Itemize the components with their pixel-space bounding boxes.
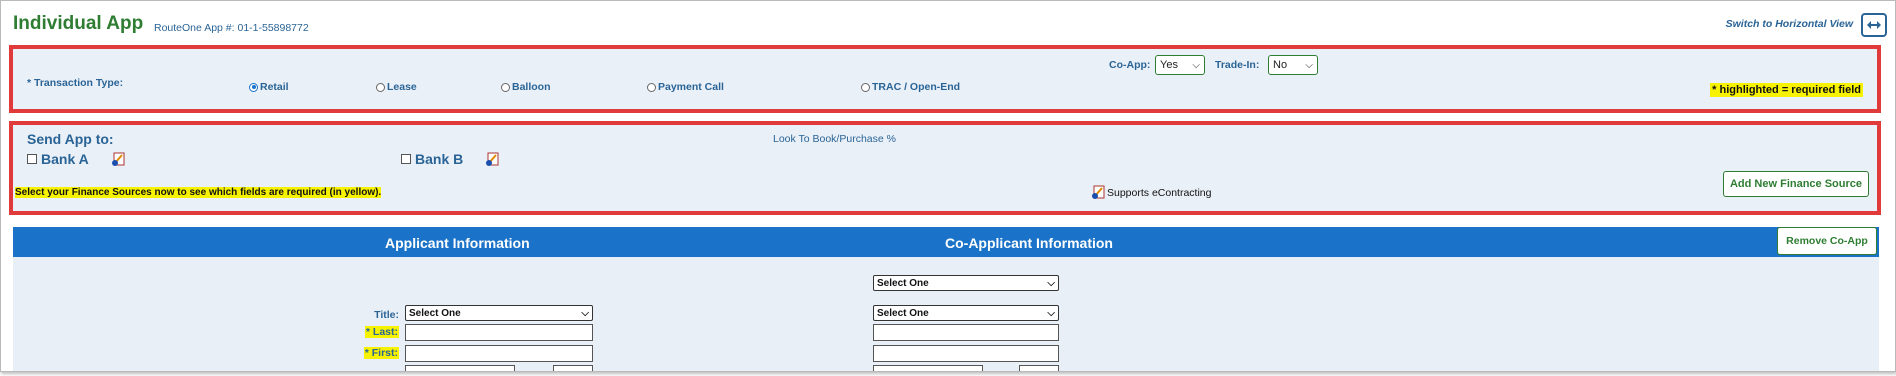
co-app-select[interactable]: Yes ⌵ xyxy=(1155,55,1205,75)
radio-lease[interactable]: Lease xyxy=(376,81,417,93)
transaction-panel: * Transaction Type: Retail Lease Balloon… xyxy=(9,45,1881,113)
app-number: RouteOne App #: 01-1-55898772 xyxy=(154,22,309,34)
title-label: Title: xyxy=(374,309,399,321)
bank-b-option[interactable]: Bank B xyxy=(401,151,499,167)
applicant-first-name-input[interactable] xyxy=(405,345,593,362)
trade-in-label: Trade-In: xyxy=(1215,59,1260,71)
chevron-down-icon: ⌵ xyxy=(581,307,589,319)
chevron-down-icon: ⌵ xyxy=(1192,59,1200,71)
chevron-down-icon: ⌵ xyxy=(1047,307,1055,319)
page-title: Individual App xyxy=(13,13,144,34)
radio-retail[interactable]: Retail xyxy=(249,81,289,93)
arrows-horizontal-icon xyxy=(1867,21,1881,29)
checkbox[interactable] xyxy=(401,154,411,164)
radio-icon xyxy=(501,82,510,92)
co-applicant-last-name-input[interactable] xyxy=(873,324,1059,341)
econtracting-icon xyxy=(1092,185,1105,199)
transaction-type-label: * Transaction Type: xyxy=(27,77,124,89)
econtracting-icon xyxy=(111,152,125,166)
econtracting-legend: Supports eContracting xyxy=(1091,185,1211,200)
finance-source-instruction: Select your Finance Sources now to see w… xyxy=(15,187,382,198)
co-applicant-type-select[interactable]: Select One ⌵ xyxy=(873,275,1059,291)
switch-horizontal-view-link[interactable]: Switch to Horizontal View xyxy=(1726,18,1853,30)
app-window: Individual App RouteOne App #: 01-1-5589… xyxy=(0,0,1896,372)
switch-view-button[interactable] xyxy=(1861,13,1887,37)
look-to-book-link[interactable]: Look To Book/Purchase % xyxy=(773,133,896,145)
add-finance-source-button[interactable]: Add New Finance Source xyxy=(1723,171,1869,197)
co-applicant-info-title: Co-Applicant Information xyxy=(945,235,1113,251)
co-app-label: Co-App: xyxy=(1109,59,1151,71)
applicant-info-title: Applicant Information xyxy=(385,235,530,251)
send-app-panel: Send App to: Look To Book/Purchase % Ban… xyxy=(9,121,1881,215)
chevron-down-icon: ⌵ xyxy=(1047,277,1055,289)
radio-icon xyxy=(376,82,385,92)
radio-icon xyxy=(647,82,656,92)
required-field-note: * highlighted = required field xyxy=(1710,83,1863,97)
radio-balloon[interactable]: Balloon xyxy=(501,81,551,93)
radio-selected-icon xyxy=(249,82,258,92)
applicant-title-select[interactable]: Select One ⌵ xyxy=(405,305,593,321)
applicant-middle-input[interactable] xyxy=(405,365,515,371)
radio-trac-open-end[interactable]: TRAC / Open-End xyxy=(861,81,960,93)
send-app-label: Send App to: xyxy=(27,131,114,147)
co-applicant-middle-input[interactable] xyxy=(873,365,983,371)
co-applicant-first-name-input[interactable] xyxy=(873,345,1059,362)
last-name-label: * Last: xyxy=(364,326,399,338)
remove-co-app-button[interactable]: Remove Co-App xyxy=(1777,227,1877,255)
radio-payment-call[interactable]: Payment Call xyxy=(647,81,724,93)
chevron-down-icon: ⌵ xyxy=(1305,59,1313,71)
applicant-last-name-input[interactable] xyxy=(405,324,593,341)
radio-icon xyxy=(861,82,870,92)
econtracting-icon xyxy=(486,152,499,166)
applicant-section-header: Applicant Information Co-Applicant Infor… xyxy=(13,227,1879,257)
checkbox[interactable] xyxy=(27,154,37,164)
bank-a-option[interactable]: Bank A xyxy=(27,151,125,167)
trade-in-select[interactable]: No ⌵ xyxy=(1268,55,1318,75)
co-applicant-suffix-input[interactable] xyxy=(1019,365,1059,371)
first-name-label: * First: xyxy=(363,347,399,359)
applicant-form: Select One ⌵ Title: Select One ⌵ Select … xyxy=(13,257,1879,371)
applicant-suffix-input[interactable] xyxy=(553,365,593,371)
co-applicant-title-select[interactable]: Select One ⌵ xyxy=(873,305,1059,321)
